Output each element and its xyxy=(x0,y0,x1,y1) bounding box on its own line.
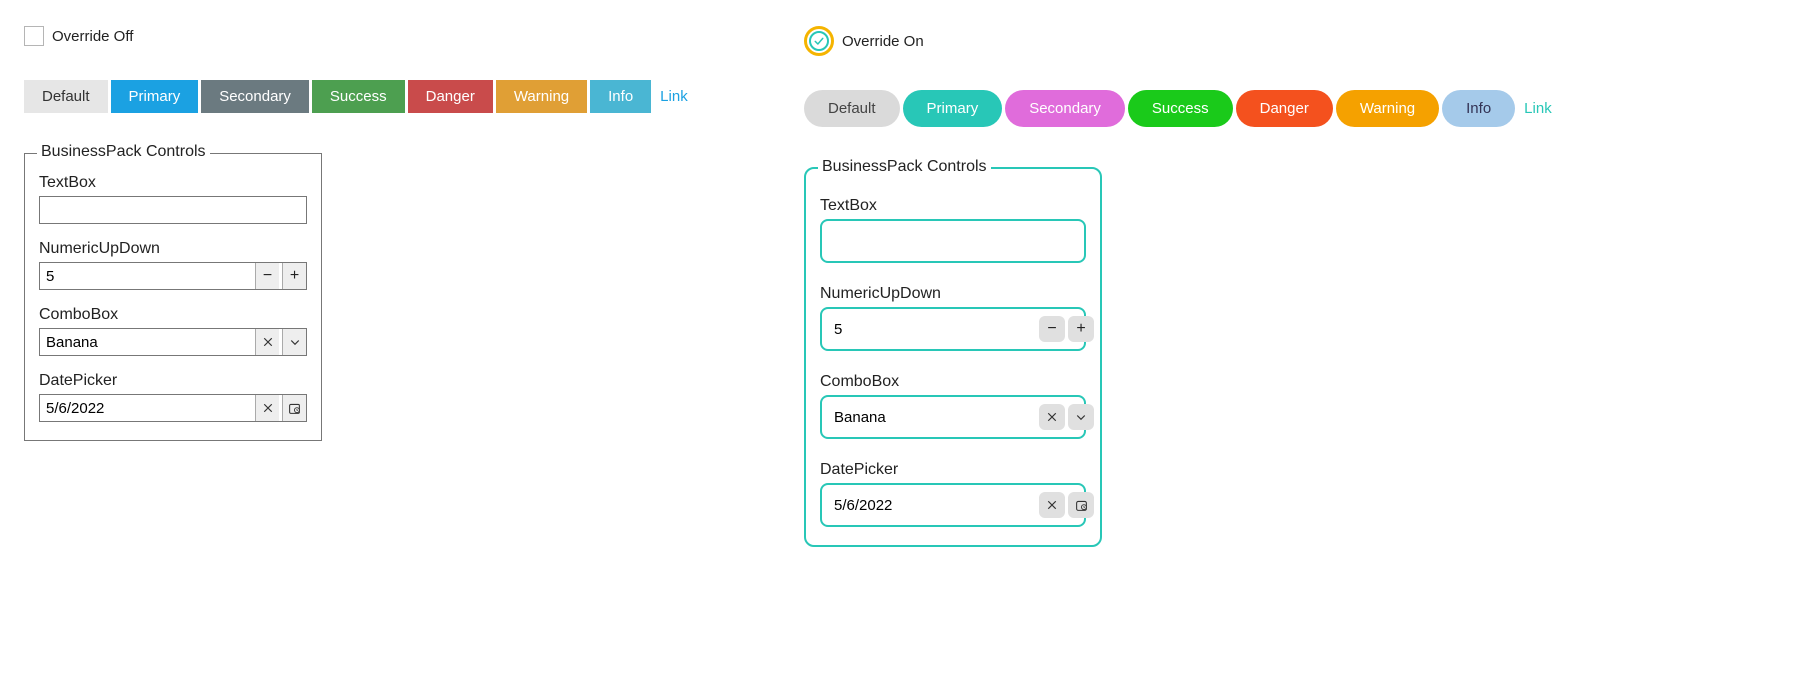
date-label: DatePicker xyxy=(820,461,1086,479)
textbox-input[interactable] xyxy=(828,221,1078,261)
chevron-down-icon[interactable] xyxy=(282,329,306,355)
primary-button[interactable]: Primary xyxy=(111,80,199,113)
clear-icon[interactable] xyxy=(1039,492,1065,518)
clear-icon[interactable] xyxy=(255,329,279,355)
override-off-checkbox[interactable] xyxy=(24,26,44,46)
numeric-input[interactable] xyxy=(40,263,255,289)
businesspack-group-left: BusinessPack Controls TextBox NumericUpD… xyxy=(24,153,322,441)
plus-icon[interactable]: + xyxy=(282,263,306,289)
info-button[interactable]: Info xyxy=(590,80,651,113)
minus-icon[interactable]: − xyxy=(1039,316,1065,342)
default-button[interactable]: Default xyxy=(804,90,900,127)
override-on-checkbox[interactable] xyxy=(804,26,834,56)
default-button[interactable]: Default xyxy=(24,80,108,113)
chevron-down-icon[interactable] xyxy=(1068,404,1094,430)
danger-button[interactable]: Danger xyxy=(408,80,493,113)
primary-button[interactable]: Primary xyxy=(903,90,1003,127)
override-on-label: Override On xyxy=(842,33,924,50)
combo-input[interactable] xyxy=(828,397,1039,437)
button-row-right: Default Primary Secondary Success Danger… xyxy=(804,90,1520,127)
warning-button[interactable]: Warning xyxy=(496,80,587,113)
date-input[interactable] xyxy=(828,485,1039,525)
secondary-button[interactable]: Secondary xyxy=(201,80,309,113)
danger-button[interactable]: Danger xyxy=(1236,90,1333,127)
date-label: DatePicker xyxy=(39,372,307,390)
calendar-icon[interactable] xyxy=(1068,492,1094,518)
numeric-label: NumericUpDown xyxy=(39,240,307,258)
textbox-input[interactable] xyxy=(40,197,306,223)
combo-label: ComboBox xyxy=(820,373,1086,391)
textbox-label: TextBox xyxy=(820,197,1086,215)
warning-button[interactable]: Warning xyxy=(1336,90,1439,127)
businesspack-group-right: BusinessPack Controls TextBox NumericUpD… xyxy=(804,167,1102,547)
textbox-label: TextBox xyxy=(39,174,307,192)
minus-icon[interactable]: − xyxy=(255,263,279,289)
plus-icon[interactable]: + xyxy=(1068,316,1094,342)
date-input[interactable] xyxy=(40,395,255,421)
success-button[interactable]: Success xyxy=(312,80,405,113)
info-button[interactable]: Info xyxy=(1442,90,1515,127)
group-legend: BusinessPack Controls xyxy=(818,158,991,176)
calendar-icon[interactable] xyxy=(282,395,306,421)
numeric-input[interactable] xyxy=(828,309,1039,349)
override-off-label: Override Off xyxy=(52,28,133,45)
group-legend: BusinessPack Controls xyxy=(37,143,210,161)
combo-label: ComboBox xyxy=(39,306,307,324)
link-button[interactable]: Link xyxy=(1518,100,1558,117)
check-icon xyxy=(813,35,825,47)
clear-icon[interactable] xyxy=(1039,404,1065,430)
clear-icon[interactable] xyxy=(255,395,279,421)
secondary-button[interactable]: Secondary xyxy=(1005,90,1125,127)
button-row-left: Default Primary Secondary Success Danger… xyxy=(24,80,740,113)
numeric-label: NumericUpDown xyxy=(820,285,1086,303)
combo-input[interactable] xyxy=(40,329,255,355)
link-button[interactable]: Link xyxy=(654,88,694,105)
success-button[interactable]: Success xyxy=(1128,90,1233,127)
